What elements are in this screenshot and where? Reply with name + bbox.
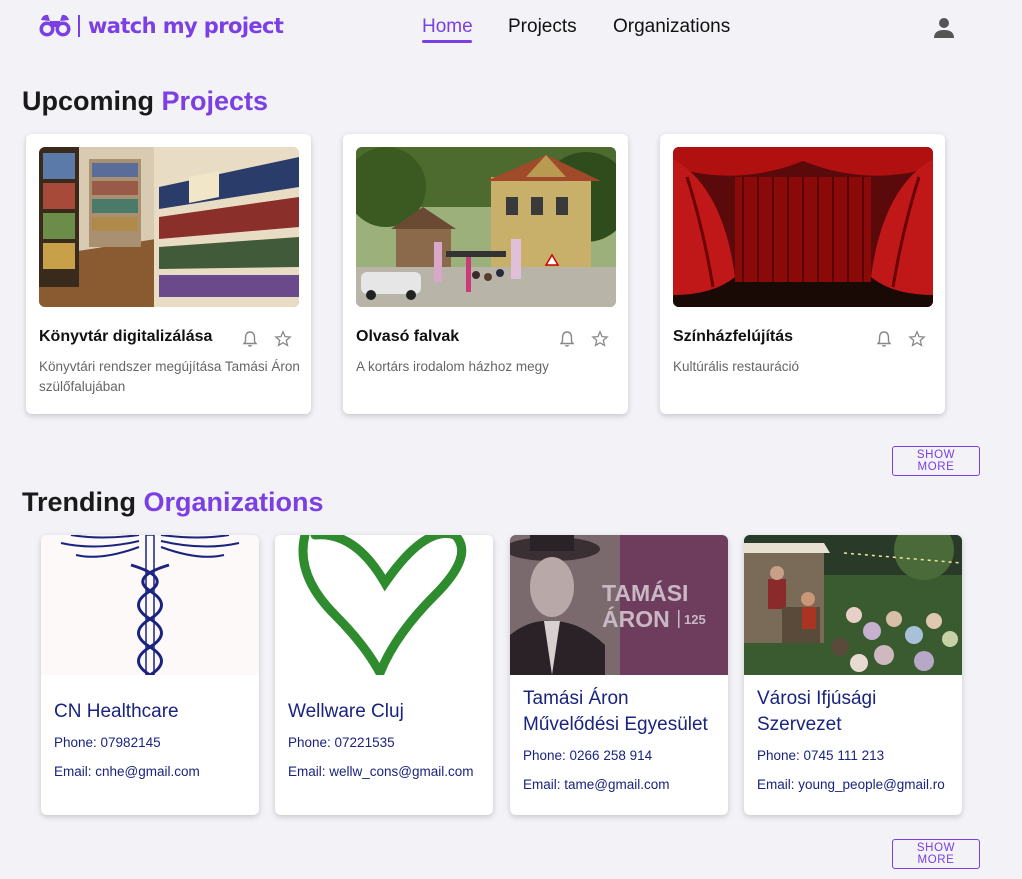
organization-email: Email: cnhe@gmail.com bbox=[54, 764, 200, 779]
poster-text-line2: ÁRON bbox=[602, 605, 670, 632]
project-card[interactable]: Olvasó falvak A kortárs irodalom házhoz … bbox=[343, 134, 628, 414]
organization-name[interactable]: Városi Ifjúsági Szervezet bbox=[757, 686, 955, 738]
organization-image-portrait-poster: TAMÁSI ÁRON 125 bbox=[510, 535, 728, 675]
poster-number: 125 bbox=[684, 612, 706, 627]
star-outline-icon[interactable] bbox=[274, 330, 292, 348]
nav-home[interactable]: Home bbox=[422, 16, 473, 38]
bell-icon[interactable] bbox=[558, 330, 576, 348]
projects-title-plain: Upcoming bbox=[22, 86, 154, 116]
show-more-organizations-button[interactable]: SHOW MORE bbox=[892, 839, 980, 869]
logo-divider bbox=[78, 15, 80, 37]
bell-icon[interactable] bbox=[875, 330, 893, 348]
active-tab-indicator bbox=[422, 40, 472, 43]
poster-text-line1: TAMÁSI bbox=[602, 579, 688, 606]
nav-organizations[interactable]: Organizations bbox=[613, 16, 730, 38]
organization-name[interactable]: CN Healthcare bbox=[54, 699, 252, 725]
organization-card[interactable]: CN Healthcare Phone: 07982145 Email: cnh… bbox=[41, 535, 259, 815]
organization-image-caduceus bbox=[41, 535, 259, 677]
project-card[interactable]: Könyvtár digitalizálása Könyvtári rendsz… bbox=[26, 134, 311, 414]
binoculars-icon bbox=[39, 14, 71, 37]
project-title: Színházfelújítás bbox=[673, 328, 794, 345]
organization-name[interactable]: Wellware Cluj bbox=[288, 699, 486, 725]
project-card[interactable]: Színházfelújítás Kultúrális restauráció bbox=[660, 134, 945, 414]
projects-section-title: Upcoming Projects bbox=[22, 86, 268, 117]
organization-email: Email: tame@gmail.com bbox=[523, 777, 670, 792]
nav-projects[interactable]: Projects bbox=[508, 16, 577, 38]
organization-card[interactable]: TAMÁSI ÁRON 125 Tamási Áron Művelődési E… bbox=[510, 535, 728, 815]
project-title: Könyvtár digitalizálása bbox=[39, 328, 213, 345]
show-more-projects-button[interactable]: SHOW MORE bbox=[892, 446, 980, 476]
organizations-title-accent: Organizations bbox=[143, 487, 324, 517]
organization-card[interactable]: Városi Ifjúsági Szervezet Phone: 0745 11… bbox=[744, 535, 962, 815]
project-image-village bbox=[356, 147, 616, 307]
organization-phone: Phone: 07221535 bbox=[288, 735, 395, 750]
star-outline-icon[interactable] bbox=[591, 330, 609, 348]
brand-name: watch my project bbox=[88, 14, 284, 38]
project-image-theater bbox=[673, 147, 933, 307]
top-app-bar: watch my project Home Projects Organizat… bbox=[0, 0, 1022, 60]
organization-name[interactable]: Tamási Áron Művelődési Egyesület bbox=[523, 686, 721, 738]
project-image-library bbox=[39, 147, 299, 307]
project-description: A kortárs irodalom házhoz megy bbox=[356, 359, 549, 374]
organization-card[interactable]: Wellware Cluj Phone: 07221535 Email: wel… bbox=[275, 535, 493, 815]
organization-email: Email: young_people@gmail.ro bbox=[757, 777, 945, 792]
organization-phone: Phone: 0266 258 914 bbox=[523, 748, 653, 763]
organization-phone: Phone: 0745 111 213 bbox=[757, 748, 885, 763]
account-icon[interactable] bbox=[933, 16, 955, 40]
organization-phone: Phone: 07982145 bbox=[54, 735, 161, 750]
star-outline-icon[interactable] bbox=[908, 330, 926, 348]
organizations-title-plain: Trending bbox=[22, 487, 136, 517]
organization-image-heart bbox=[275, 535, 493, 684]
brand-logo[interactable]: watch my project bbox=[38, 12, 284, 40]
project-description: Kultúrális restauráció bbox=[673, 359, 800, 374]
bell-icon[interactable] bbox=[241, 330, 259, 348]
project-description: Könyvtári rendszer megújítása Tamási Áro… bbox=[39, 359, 300, 394]
projects-title-accent: Projects bbox=[161, 86, 269, 116]
organization-image-outdoor-concert bbox=[744, 535, 962, 675]
organization-email: Email: wellw_cons@gmail.com bbox=[288, 764, 474, 779]
organizations-section-title: Trending Organizations bbox=[22, 487, 324, 518]
project-title: Olvasó falvak bbox=[356, 328, 460, 345]
